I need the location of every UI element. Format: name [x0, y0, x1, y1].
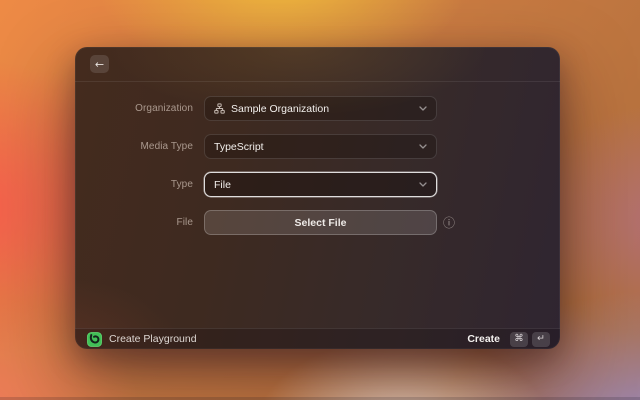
chevron-down-icon: [419, 106, 427, 111]
form-row-organization: Organization Sample Organization: [75, 96, 560, 121]
chevron-down-icon: [419, 144, 427, 149]
type-dropdown[interactable]: File: [204, 172, 437, 197]
organization-label: Organization: [75, 103, 193, 114]
file-info-icon[interactable]: ⓘ: [443, 217, 455, 229]
chevron-down-icon: [419, 182, 427, 187]
form-row-type: Type File: [75, 172, 560, 197]
select-file-button[interactable]: Select File: [204, 210, 437, 235]
form-row-media-type: Media Type TypeScript: [75, 134, 560, 159]
desktop-background: ← Organization Sample Organization: [0, 0, 640, 400]
organization-value: Sample Organization: [231, 103, 413, 115]
footer-app-identity: Create Playground: [87, 332, 467, 347]
media-type-value: TypeScript: [214, 141, 413, 153]
type-label: Type: [75, 179, 193, 190]
footer-app-name: Create Playground: [109, 333, 197, 345]
create-playground-dialog: ← Organization Sample Organization: [75, 47, 560, 349]
create-playground-form: Organization Sample Organization: [75, 82, 560, 328]
file-label: File: [75, 217, 193, 228]
organization-dropdown[interactable]: Sample Organization: [204, 96, 437, 121]
media-type-dropdown[interactable]: TypeScript: [204, 134, 437, 159]
footer-primary-action[interactable]: Create ⌘ ↵: [467, 332, 550, 347]
form-row-file: File Select File ⓘ: [75, 210, 560, 235]
back-arrow-icon: ←: [95, 59, 104, 70]
type-value: File: [214, 179, 413, 191]
organization-icon: [214, 103, 225, 114]
dialog-footer: Create Playground Create ⌘ ↵: [75, 328, 560, 349]
create-action-label: Create: [467, 333, 500, 345]
select-file-button-label: Select File: [295, 217, 347, 229]
media-type-label: Media Type: [75, 141, 193, 152]
command-key-icon: ⌘: [510, 332, 528, 347]
return-key-icon: ↵: [532, 332, 550, 347]
playground-app-logo-icon: [87, 332, 102, 347]
dialog-header: ←: [75, 47, 560, 82]
back-button[interactable]: ←: [90, 55, 109, 73]
